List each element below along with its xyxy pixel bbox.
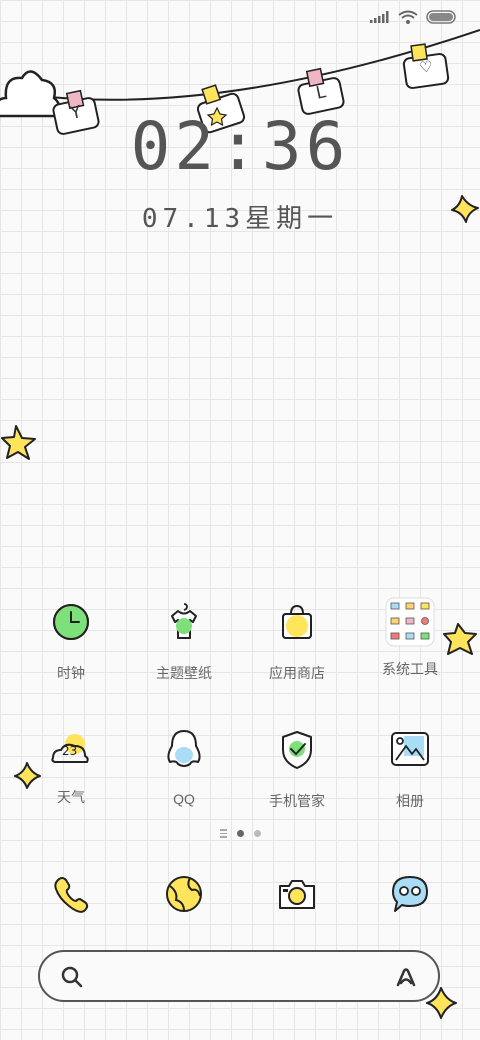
app-label: 主题壁纸 <box>156 665 212 681</box>
dock-messages[interactable] <box>350 872 470 920</box>
app-label: QQ <box>173 791 195 807</box>
app-system-tools[interactable]: 系统工具 <box>350 596 470 679</box>
app-label: 时钟 <box>57 665 85 681</box>
page-indicator[interactable] <box>0 829 480 838</box>
app-label: 应用商店 <box>269 665 325 681</box>
clock-icon <box>53 604 89 640</box>
card-letter-heart: ♡ <box>418 57 434 77</box>
dock-camera[interactable] <box>237 872 357 920</box>
weather-temperature-badge: 23 <box>62 744 78 758</box>
shopping-bag-icon <box>282 604 312 639</box>
dock-phone[interactable] <box>11 872 131 920</box>
dock-browser[interactable] <box>124 872 244 920</box>
app-gallery[interactable]: 相册 <box>350 728 470 811</box>
phone-icon <box>54 877 89 913</box>
assistant-icon[interactable] <box>392 963 420 991</box>
search-icon[interactable] <box>60 965 84 989</box>
app-label: 相册 <box>396 793 424 809</box>
app-theme-wallpaper[interactable]: 主题壁纸 <box>124 600 244 683</box>
card-letter-l: L <box>314 82 328 104</box>
camera-icon <box>279 880 315 909</box>
clock-time[interactable]: 02:36 <box>0 108 480 185</box>
clock-date: 07.13星期一 <box>141 204 339 234</box>
tshirt-icon <box>171 603 197 639</box>
browser-icon <box>166 876 202 912</box>
menu-lines-icon <box>219 829 227 838</box>
page-dot-active <box>236 829 244 837</box>
app-app-store[interactable]: 应用商店 <box>237 600 357 683</box>
page-dot <box>253 829 261 837</box>
folder-icon <box>385 597 435 647</box>
app-phone-manager[interactable]: 手机管家 <box>237 728 357 811</box>
app-label: 手机管家 <box>269 793 325 809</box>
gallery-icon <box>391 732 429 766</box>
penguin-icon <box>167 730 201 767</box>
messages-icon <box>392 876 428 912</box>
app-clock[interactable]: 时钟 <box>11 600 131 683</box>
shield-icon <box>282 731 312 769</box>
search-bar[interactable] <box>38 950 440 1002</box>
app-qq[interactable]: QQ <box>124 728 244 807</box>
app-weather[interactable]: 23 天气 <box>11 728 131 807</box>
app-label: 天气 <box>57 789 85 805</box>
app-label: 系统工具 <box>382 661 438 677</box>
